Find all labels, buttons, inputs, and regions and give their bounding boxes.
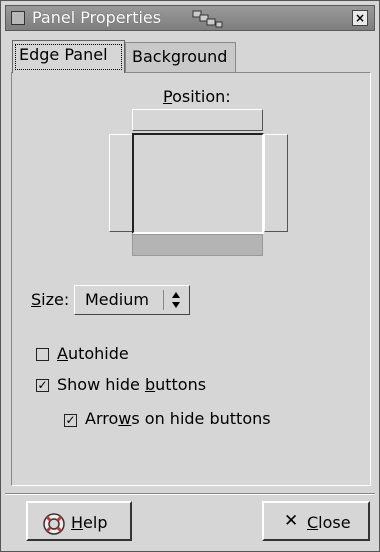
position-left-edge[interactable] xyxy=(109,134,133,232)
arrows-on-hide-buttons-checkbox[interactable]: ✓ xyxy=(64,414,77,427)
position-bottom-edge[interactable] xyxy=(132,234,263,256)
window-menu-icon[interactable] xyxy=(11,11,25,25)
size-label: Size: xyxy=(31,290,70,309)
tab-background[interactable]: Background xyxy=(125,42,236,72)
close-x-icon: ✕ xyxy=(284,511,299,531)
position-label: Position: xyxy=(163,87,231,106)
panel-properties-window: Panel Properties × Edge Panel Background… xyxy=(0,0,380,552)
autohide-label[interactable]: Autohide xyxy=(57,344,129,363)
up-down-arrows-icon xyxy=(172,292,180,308)
button-area-divider xyxy=(5,493,375,495)
show-hide-buttons-label[interactable]: Show hide buttons xyxy=(57,375,206,394)
window-close-button[interactable]: × xyxy=(352,10,368,26)
position-right-edge[interactable] xyxy=(264,134,288,232)
help-lifebuoy-icon xyxy=(43,513,65,535)
tab-edge-panel[interactable]: Edge Panel xyxy=(12,40,125,73)
window-title: Panel Properties xyxy=(32,8,162,27)
size-value: Medium xyxy=(85,290,149,309)
arrows-on-hide-buttons-label[interactable]: Arrows on hide buttons xyxy=(85,409,271,428)
close-button-label: Close xyxy=(307,513,351,532)
select-separator xyxy=(163,290,164,310)
help-button-label: Help xyxy=(71,513,108,532)
close-button[interactable]: ✕ Close xyxy=(262,501,370,541)
autohide-checkbox[interactable] xyxy=(36,348,49,361)
show-hide-buttons-checkbox[interactable]: ✓ xyxy=(36,379,49,392)
position-screen-preview xyxy=(132,133,264,234)
help-button[interactable]: Help xyxy=(26,501,132,541)
title-bar[interactable]: Panel Properties × xyxy=(5,5,375,31)
size-select[interactable]: Medium xyxy=(74,285,190,315)
position-top-edge[interactable] xyxy=(132,109,263,131)
panel-deco-icon xyxy=(192,10,223,28)
